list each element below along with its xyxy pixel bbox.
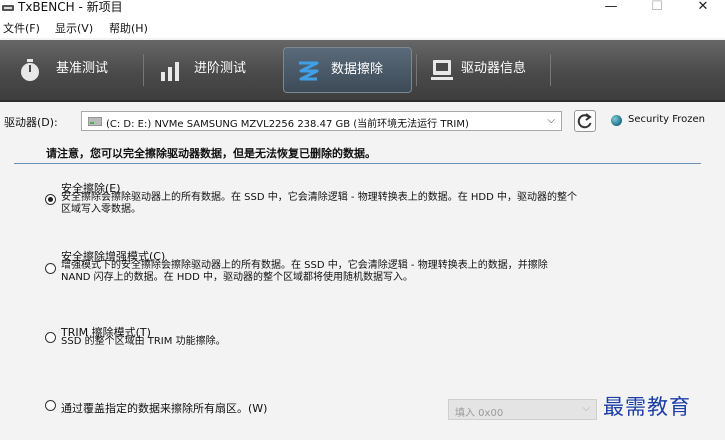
security-status-icon [611,115,622,126]
menu-help[interactable]: 帮助(H) [109,22,148,36]
menu-bar: 文件(F) 显示(V) 帮助(H) [0,20,725,38]
radio-enhanced-erase[interactable] [45,263,56,274]
watermark: 最需教育 [603,395,691,419]
tab-drive-info[interactable]: 驱动器信息 [418,47,546,93]
option-description: SSD 的整个区域由 TRIM 功能擦除。 [61,336,226,347]
chevron-down-icon: ⌵ [547,115,555,126]
minimize-button[interactable]: — [588,0,634,16]
tab-erase[interactable]: 数据擦除 [283,47,412,93]
stopwatch-icon [21,59,39,81]
tab-label: 进阶测试 [194,61,247,76]
tab-advanced[interactable]: 进阶测试 [146,47,276,93]
option-description: 增强模式下的安全擦除会擦除驱动器上的所有数据。在 SSD 中，它会清除逻辑 - … [61,260,548,283]
option-description: 安全擦除会擦除驱动器上的所有数据。在 SSD 中，它会清除逻辑 - 物理转换表上… [61,192,577,215]
drive-row: 驱动器(D): (C: D: E:) NVMe SAMSUNG MZVL2256… [0,104,725,138]
close-button[interactable]: ✕ [680,0,725,16]
tab-divider [143,54,144,86]
drive-select-value: (C: D: E:) NVMe SAMSUNG MZVL2256 238.47 … [106,119,469,130]
maximize-button[interactable]: ☐ [634,0,680,16]
drive-icon [88,117,102,126]
drive-select[interactable]: (C: D: E:) NVMe SAMSUNG MZVL2256 238.47 … [81,111,562,131]
radio-trim-erase[interactable] [45,332,56,343]
fill-pattern-select[interactable]: 填入 0x00 ⌵ [448,399,597,420]
option-title: 通过覆盖指定的数据来擦除所有扇区。(W) [61,402,268,415]
fill-pattern-value: 填入 0x00 [455,408,504,419]
tab-bar: 基准测试 进阶测试 数据擦除 驱动器信息 [0,40,725,102]
refresh-button[interactable] [574,110,596,132]
refresh-icon [577,113,592,129]
radio-secure-erase[interactable] [45,194,56,205]
erase-icon [299,61,319,81]
drive-info-icon [431,60,453,80]
divider [14,163,701,164]
tab-label: 驱动器信息 [461,61,527,76]
tab-label: 基准测试 [56,61,109,76]
menu-file[interactable]: 文件(F) [3,22,40,36]
chevron-down-icon: ⌵ [582,403,590,414]
app-icon [2,5,14,11]
tab-divider [550,54,551,86]
security-status-label: Security Frozen [628,114,706,125]
title-bar: TxBENCH - 新项目 — ☐ ✕ [0,0,725,20]
menu-view[interactable]: 显示(V) [55,22,93,36]
bar-chart-icon [161,62,179,81]
tab-benchmark[interactable]: 基准测试 [6,47,140,93]
drive-label: 驱动器(D): [4,116,58,129]
tab-label: 数据擦除 [331,62,384,77]
tab-divider [416,54,417,86]
window-title: TxBENCH - 新项目 [18,0,123,14]
radio-overwrite[interactable] [45,400,56,411]
warning-text: 请注意，您可以完全擦除驱动器数据，但是无法恢复已删除的数据。 [46,147,376,160]
